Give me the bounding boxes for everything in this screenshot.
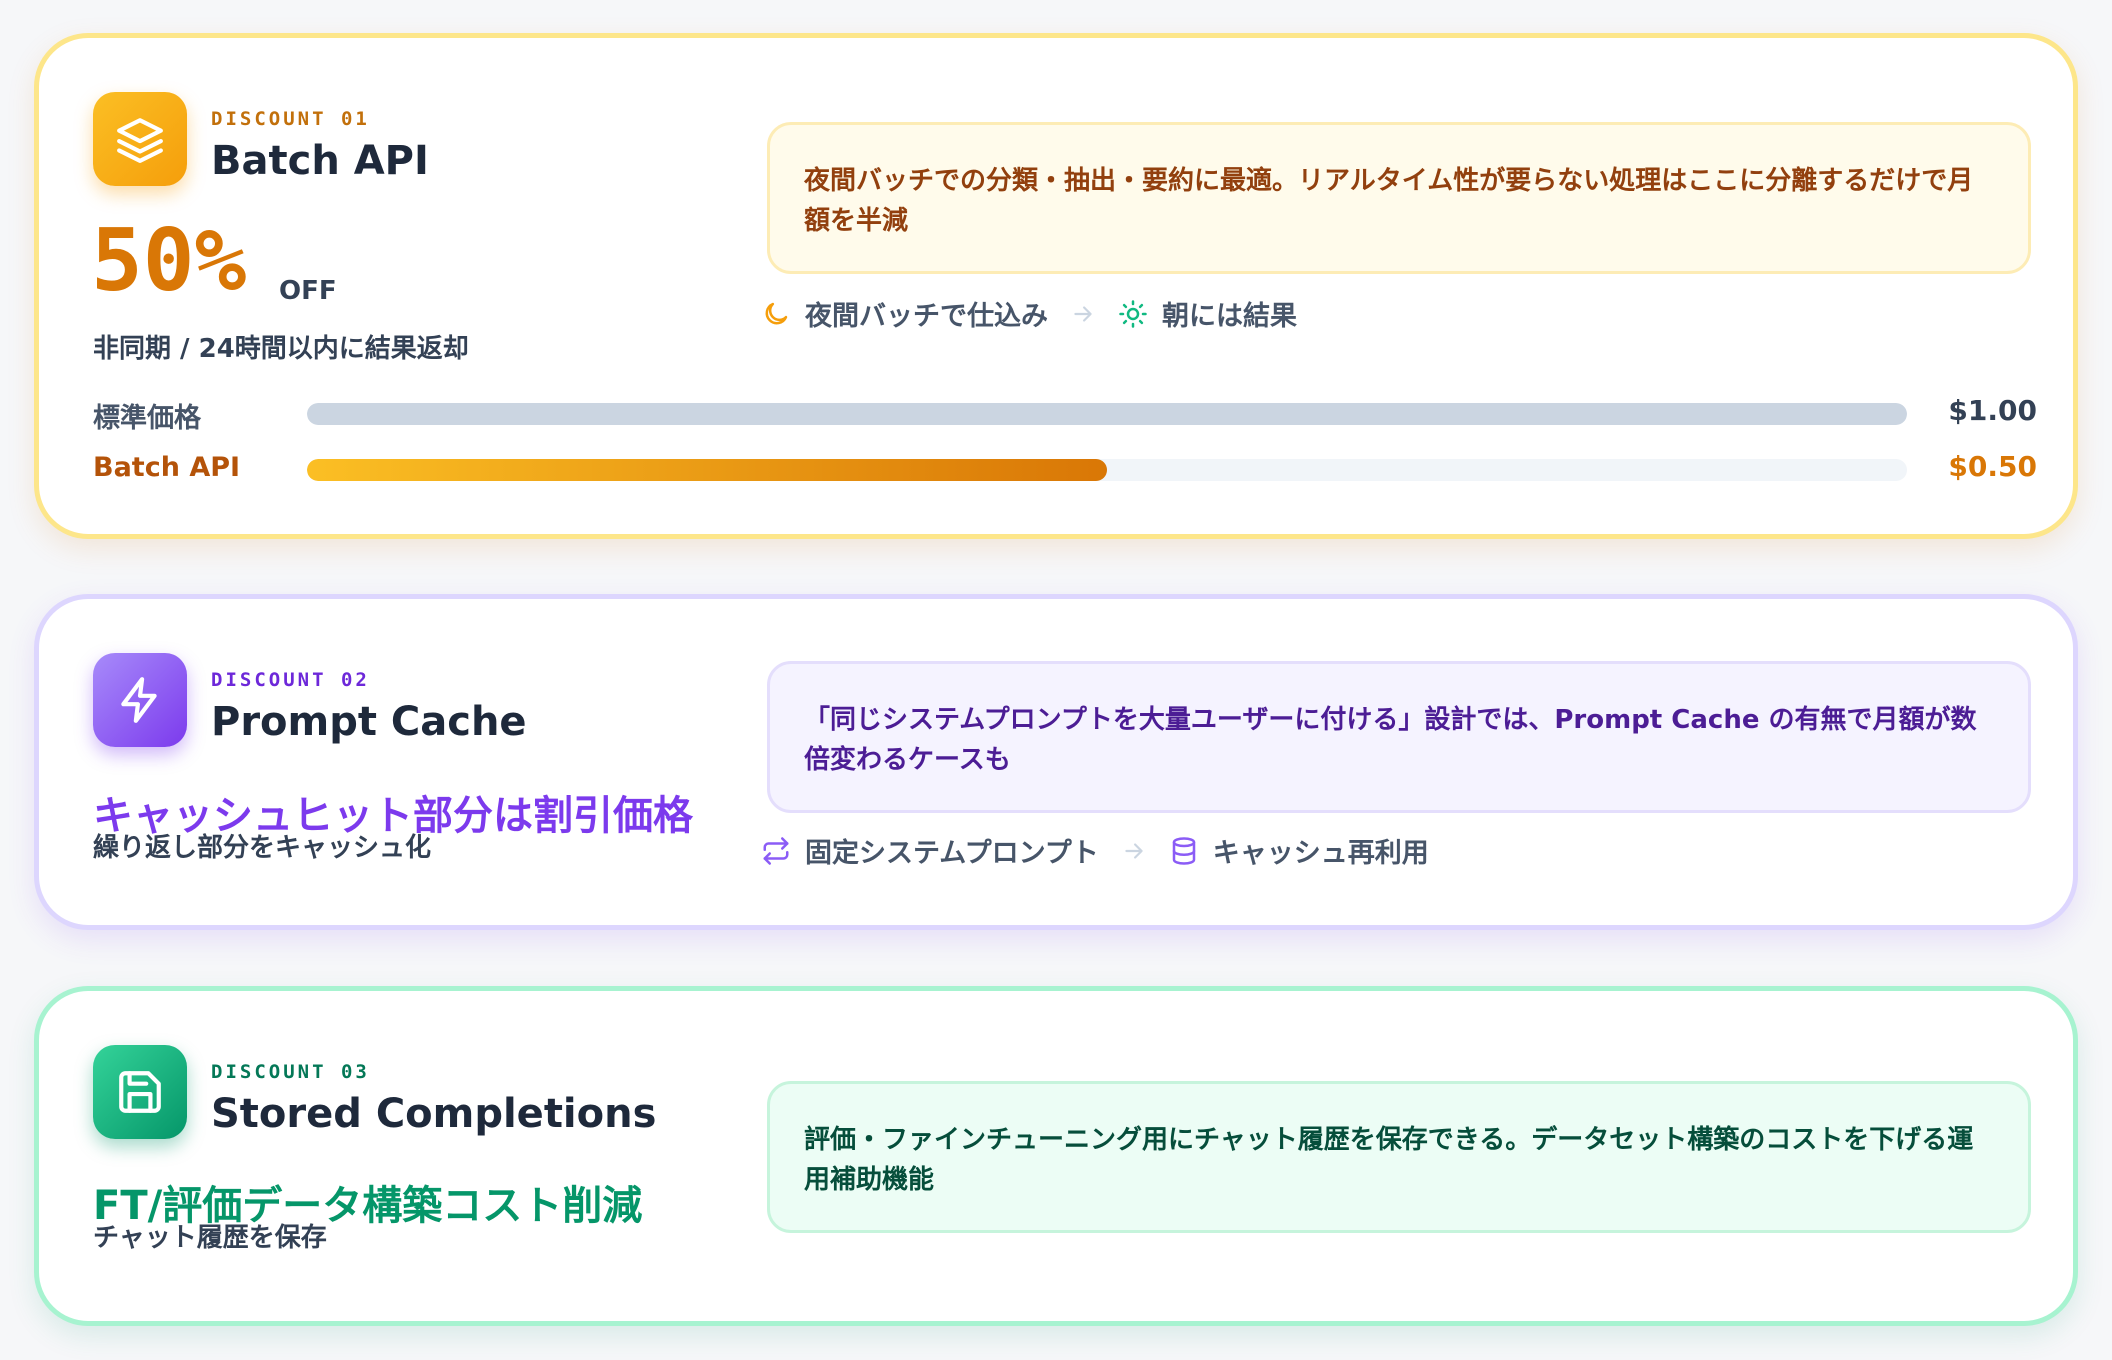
card-note: 評価・ファインチューニング用にチャット履歴を保存できる。データセット構築のコスト…: [767, 1081, 2031, 1233]
moon-icon: [761, 299, 791, 329]
card-title: Prompt Cache: [211, 699, 527, 745]
flow-step-label: 朝には結果: [1162, 301, 1297, 332]
database-icon: [1169, 836, 1199, 866]
prompt-cache-card: DISCOUNT 02 Prompt Cache キャッシュヒット部分は割引価格…: [34, 594, 2078, 930]
price-bar-label: 標準価格: [93, 403, 201, 434]
card-subtitle: 非同期 / 24時間以内に結果返却: [93, 334, 469, 364]
flow-step-label: キャッシュ再利用: [1212, 838, 1429, 869]
discount-percentage: 50%: [91, 211, 247, 311]
arrow-right-icon: [1121, 838, 1147, 864]
price-bar-track: [307, 459, 1907, 481]
arrow-right-icon: [1070, 301, 1096, 327]
save-icon: [93, 1045, 187, 1139]
batch-api-card: DISCOUNT 01 Batch API 50% OFF 非同期 / 24時間…: [34, 33, 2078, 539]
flow-step-label: 夜間バッチで仕込み: [805, 301, 1048, 332]
card-note: 「同じシステムプロンプトを大量ユーザーに付ける」設計では、Prompt Cach…: [767, 661, 2031, 813]
sun-icon: [1118, 299, 1148, 329]
zap-icon: [93, 653, 187, 747]
price-bar-track: [307, 403, 1907, 425]
flow-step-label: 固定システムプロンプト: [805, 838, 1099, 869]
discount-eyebrow: DISCOUNT 03: [211, 1061, 370, 1083]
flow-row: 固定システムプロンプト キャッシュ再利用: [761, 831, 1429, 870]
card-subtitle: 繰り返し部分をキャッシュ化: [93, 833, 432, 863]
price-bar-fill: [307, 459, 1107, 481]
discount-suffix: OFF: [279, 276, 337, 306]
price-value: $1.00: [1948, 394, 2037, 427]
price-bar-standard: 標準価格 $1.00: [93, 392, 2037, 434]
price-bar-batch: Batch API $0.50: [93, 448, 2037, 488]
discount-eyebrow: DISCOUNT 02: [211, 669, 370, 691]
discount-eyebrow: DISCOUNT 01: [211, 108, 370, 130]
stored-completions-card: DISCOUNT 03 Stored Completions FT/評価データ構…: [34, 986, 2078, 1326]
flow-row: 夜間バッチで仕込み 朝には結果: [761, 294, 1297, 333]
card-title: Stored Completions: [211, 1091, 657, 1137]
repeat-icon: [761, 836, 791, 866]
card-title: Batch API: [211, 138, 429, 184]
price-value: $0.50: [1948, 450, 2037, 483]
price-bar-label: Batch API: [93, 452, 241, 483]
layers-icon: [93, 92, 187, 186]
card-subtitle: チャット履歴を保存: [93, 1223, 327, 1253]
card-note: 夜間バッチでの分類・抽出・要約に最適。リアルタイム性が要らない処理はここに分離す…: [767, 122, 2031, 274]
price-bar-fill: [307, 403, 1907, 425]
